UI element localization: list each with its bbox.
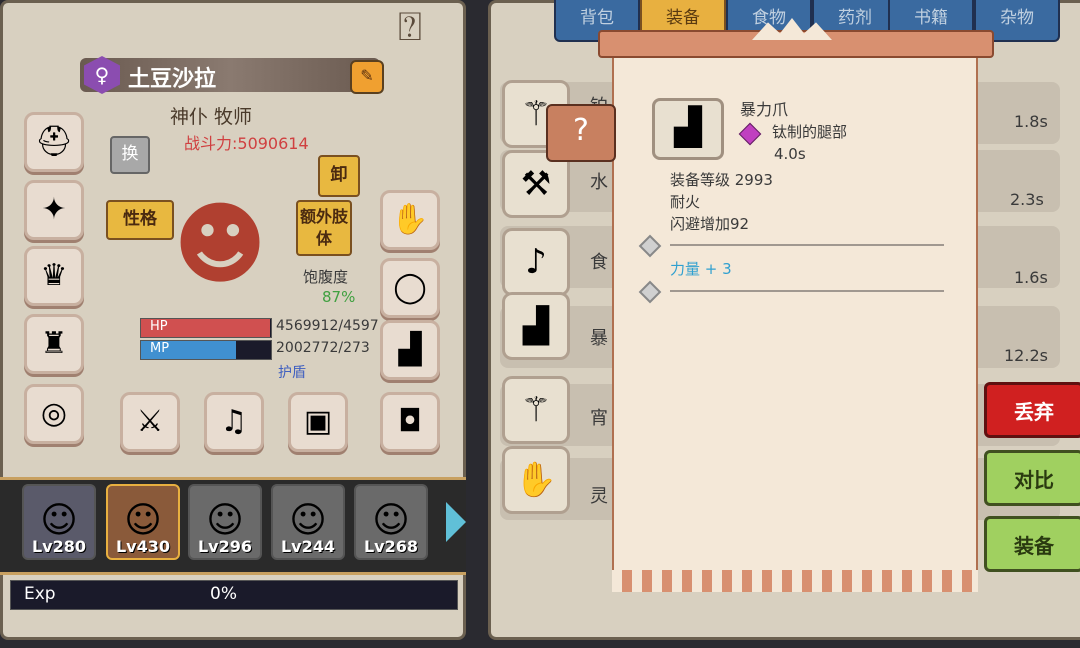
rod-icon: ⚚ [502,376,570,444]
hero-card-selected[interactable]: ☺ Lv430 [106,484,180,560]
sword-icon: ⚔ [136,404,164,439]
boots-slot[interactable]: ▟ [380,320,440,380]
item-time: 2.3s [1010,190,1044,209]
glove-icon: ✋ [391,202,429,237]
extra-limbs-button[interactable]: 额外肢体 [296,200,352,256]
swap-button[interactable]: 换 [110,136,150,174]
wardrobe-hanger-icon[interactable]: ⍰ [370,4,450,58]
armor-slot[interactable]: ♜ [24,314,84,374]
hp-label: HP [150,319,168,334]
hp-value: 4569912/4597 [276,318,379,334]
tooltip-trait: 闪避增加92 [670,215,750,233]
shield-label: 护盾 [278,365,306,381]
ring-slot[interactable]: ◎ [24,384,84,444]
rename-edit-icon[interactable]: ✎ [350,60,384,94]
hero-level: Lv268 [363,537,419,556]
hero-card[interactable]: ☺ Lv268 [354,484,428,560]
discard-button[interactable]: 丢弃 [984,382,1080,438]
tooltip-title: 暴力爪 [740,100,789,119]
item-name: 灵 [590,486,608,507]
helmet-slot[interactable]: ⛑ [24,112,84,172]
book-slot[interactable]: ▣ [288,392,348,452]
cloak-icon: ♛ [40,258,68,293]
item-time: 12.2s [1004,346,1048,365]
boots-icon: ▟ [398,332,422,367]
stat-bonus: 力量 + 3 [670,260,732,278]
compare-button[interactable]: 对比 [984,450,1080,506]
character-portrait: ☻ [173,192,267,297]
item-time: 1.8s [1014,112,1048,131]
divider [670,290,944,292]
item-name: 暴 [590,328,608,349]
mp-value: 2002772/273 [276,340,370,356]
glove-slot[interactable]: ✋ [380,190,440,250]
equip-button[interactable]: 装备 [984,516,1080,572]
hero-level: Lv296 [197,537,253,556]
hunger-label: 饱腹度 [303,268,349,286]
tooltip-trait: 耐火 [670,193,701,211]
hero-card[interactable]: ☺ Lv296 [188,484,262,560]
name-bar [80,58,380,92]
tooltip-scroll-bottom [612,570,978,592]
divider [670,244,944,246]
hunger-value: 87% [322,288,356,306]
cloak-slot[interactable]: ♛ [24,246,84,306]
leg-armor-icon: ▟ [502,292,570,360]
weapon-slot[interactable]: ⚔ [120,392,180,452]
hero-level: Lv430 [115,537,171,556]
belt-icon: ◯ [393,270,427,305]
lute-icon: ♫ [220,404,248,439]
hero-level: Lv280 [31,537,87,556]
hero-level: Lv244 [280,537,336,556]
item-name: 水 [590,172,608,193]
tooltip-subtitle: 钛制的腿部 [772,123,848,141]
amulet-slot[interactable]: ✦ [24,180,84,240]
next-page-arrow-icon[interactable] [446,502,466,542]
belt-slot[interactable]: ◯ [380,258,440,318]
combat-power: 战斗力:5090614 [184,134,309,153]
tooltip-level: 装备等级 2993 [670,171,773,189]
unequip-button[interactable]: 卸 [318,155,360,197]
hero-card[interactable]: ☺ Lv280 [22,484,96,560]
helmet-icon: ⛑ [34,124,74,159]
device-icon: ◘ [398,404,422,439]
character-name: 土豆沙拉 [128,67,217,92]
unidentified-badge: ? [546,104,616,162]
tooltip-speed: 4.0s [774,145,806,163]
accessory-slot[interactable]: ◘ [380,392,440,452]
offhand-slot[interactable]: ♫ [204,392,264,452]
ring-icon: ◎ [40,396,68,431]
mp-label: MP [150,341,170,356]
leg-armor-icon: ▟ [652,98,724,160]
book-icon: ▣ [303,404,333,439]
exp-label: Exp [24,584,56,604]
item-time: 1.6s [1014,268,1048,287]
gauntlet-icon: ✋ [502,446,570,514]
item-name: 宵 [590,408,608,429]
exp-value: 0% [210,584,237,604]
boots-icon: ♪ [502,228,570,296]
hero-card[interactable]: ☺ Lv244 [271,484,345,560]
item-name: 食 [590,252,608,273]
robe-icon: ♜ [40,326,68,361]
amulet-icon: ✦ [41,192,67,227]
character-class: 神仆 牧师 [170,106,253,128]
